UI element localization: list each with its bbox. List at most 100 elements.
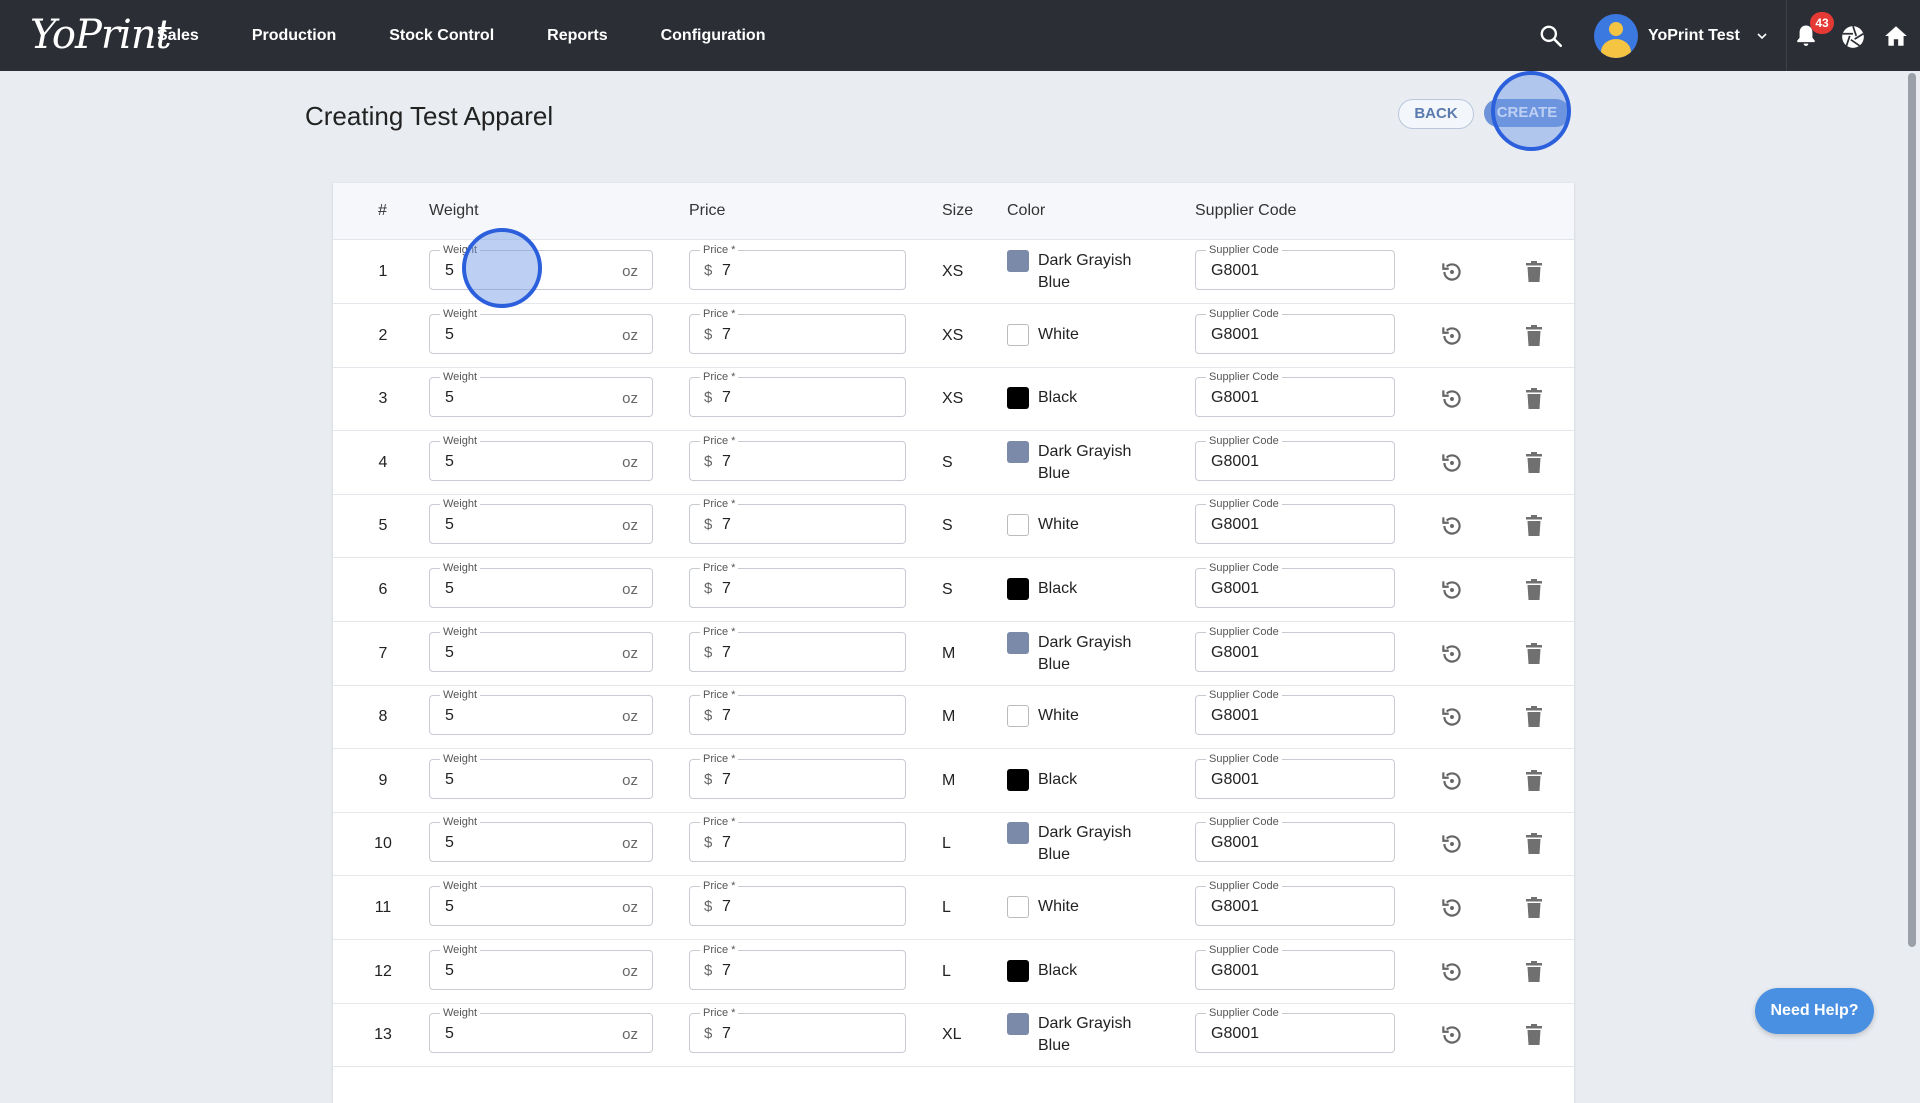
back-button[interactable]: BACK	[1398, 99, 1474, 129]
color-name: Dark Grayish Blue	[1038, 252, 1132, 291]
trash-icon[interactable]	[1523, 260, 1545, 284]
supplier-code-field[interactable]: Supplier Code G8001	[1195, 562, 1395, 608]
trash-icon[interactable]	[1523, 1023, 1545, 1047]
weight-field[interactable]: Weight 5 oz	[429, 371, 653, 418]
weight-field[interactable]: Weight 5 oz	[429, 307, 653, 354]
supplier-code-field[interactable]: Supplier Code G8001	[1195, 880, 1395, 926]
reset-icon[interactable]	[1439, 259, 1465, 285]
reset-icon[interactable]	[1439, 450, 1465, 476]
reset-icon[interactable]	[1439, 831, 1465, 857]
price-field[interactable]: Price * $ 7	[689, 816, 906, 863]
price-field[interactable]: Price * $ 7	[689, 371, 906, 418]
weight-field[interactable]: Weight 5 oz	[429, 880, 653, 926]
weight-unit: oz	[622, 644, 638, 662]
price-value: 7	[722, 580, 731, 597]
price-value: 7	[722, 516, 731, 534]
nav-reports[interactable]: Reports	[547, 27, 607, 45]
weight-unit: oz	[622, 899, 638, 916]
reset-icon[interactable]	[1439, 323, 1465, 349]
reset-icon[interactable]	[1439, 513, 1465, 539]
price-field-label: Price *	[700, 752, 739, 765]
need-help-button[interactable]: Need Help?	[1755, 988, 1874, 1034]
price-value: 7	[722, 452, 731, 470]
price-field[interactable]: Price * $ 7	[689, 434, 906, 481]
weight-field[interactable]: Weight 5 oz	[429, 752, 653, 799]
weight-field[interactable]: Weight 5 oz	[429, 1007, 653, 1054]
supplier-code-field-label: Supplier Code	[1206, 244, 1282, 256]
supplier-code-field[interactable]: Supplier Code G8001	[1195, 625, 1395, 672]
user-menu[interactable]: YoPrint Test	[1594, 14, 1768, 58]
price-field[interactable]: Price * $ 7	[689, 625, 906, 672]
nav-configuration[interactable]: Configuration	[661, 27, 766, 45]
price-field[interactable]: Price * $ 7	[689, 562, 906, 608]
price-field-label: Price *	[700, 1007, 739, 1020]
create-button[interactable]: CREATE	[1484, 99, 1570, 127]
weight-field[interactable]: Weight 5 oz	[429, 943, 653, 990]
trash-icon[interactable]	[1523, 832, 1545, 856]
price-field[interactable]: Price * $ 7	[689, 943, 906, 990]
table-row: 13 Weight 5 oz Price * $ 7 XL Dark Grayi…	[333, 1003, 1574, 1068]
weight-field[interactable]: Weight 5 oz	[429, 434, 653, 481]
price-field[interactable]: Price * $ 7	[689, 307, 906, 354]
trash-icon[interactable]	[1523, 578, 1545, 602]
reset-icon[interactable]	[1439, 1022, 1465, 1048]
trash-icon[interactable]	[1523, 769, 1545, 793]
weight-field[interactable]: Weight 5 oz	[429, 625, 653, 672]
weight-field[interactable]: Weight 5 oz	[429, 816, 653, 863]
reset-icon[interactable]	[1439, 704, 1465, 730]
reset-icon[interactable]	[1439, 895, 1465, 921]
weight-field[interactable]: Weight 5 oz	[429, 689, 653, 736]
color-swatch	[1007, 440, 1029, 463]
supplier-code-field[interactable]: Supplier Code G8001	[1195, 371, 1395, 418]
weight-value: 5	[445, 452, 454, 470]
supplier-code-value: G8001	[1211, 389, 1260, 407]
page-scrollbar[interactable]	[1908, 73, 1916, 947]
price-field[interactable]: Price * $ 7	[689, 1007, 906, 1054]
price-field-label: Price *	[700, 880, 739, 892]
supplier-code-field[interactable]: Supplier Code G8001	[1195, 943, 1395, 990]
search-icon[interactable]	[1538, 23, 1564, 49]
row-number: 1	[378, 263, 388, 280]
price-field[interactable]: Price * $ 7	[689, 880, 906, 926]
price-field[interactable]: Price * $ 7	[689, 752, 906, 799]
weight-field[interactable]: Weight 5 oz	[429, 498, 653, 545]
trash-icon[interactable]	[1523, 324, 1545, 348]
weight-value: 5	[445, 643, 454, 661]
reset-icon[interactable]	[1439, 577, 1465, 603]
weight-field[interactable]: Weight 5 oz	[429, 244, 653, 290]
reset-icon[interactable]	[1439, 641, 1465, 667]
weight-field[interactable]: Weight 5 oz	[429, 562, 653, 608]
price-field[interactable]: Price * $ 7	[689, 498, 906, 545]
supplier-code-field[interactable]: Supplier Code G8001	[1195, 752, 1395, 799]
trash-icon[interactable]	[1523, 387, 1545, 411]
reset-icon[interactable]	[1439, 959, 1465, 985]
trash-icon[interactable]	[1523, 896, 1545, 920]
price-value: 7	[722, 770, 731, 788]
home-icon[interactable]	[1883, 23, 1909, 49]
weight-field-label: Weight	[440, 816, 481, 829]
supplier-code-field[interactable]: Supplier Code G8001	[1195, 498, 1395, 545]
trash-icon[interactable]	[1523, 705, 1545, 729]
aperture-icon[interactable]	[1840, 24, 1866, 50]
supplier-code-field[interactable]: Supplier Code G8001	[1195, 816, 1395, 863]
table-row: 4 Weight 5 oz Price * $ 7 S Dark Grayish…	[333, 431, 1574, 495]
reset-icon[interactable]	[1439, 768, 1465, 794]
supplier-code-field[interactable]: Supplier Code G8001	[1195, 1007, 1395, 1054]
nav-sales[interactable]: Sales	[157, 27, 199, 45]
trash-icon[interactable]	[1523, 514, 1545, 538]
supplier-code-field[interactable]: Supplier Code G8001	[1195, 244, 1395, 290]
nav-production[interactable]: Production	[252, 27, 336, 45]
yoprint-logo[interactable]: YoPrint	[30, 10, 172, 60]
color-swatch	[1007, 1013, 1029, 1036]
trash-icon[interactable]	[1523, 451, 1545, 475]
reset-icon[interactable]	[1439, 386, 1465, 412]
trash-icon[interactable]	[1523, 960, 1545, 984]
price-field[interactable]: Price * $ 7	[689, 689, 906, 736]
nav-stock-control[interactable]: Stock Control	[389, 27, 494, 45]
trash-icon[interactable]	[1523, 642, 1545, 666]
weight-value: 5	[445, 389, 454, 407]
supplier-code-field[interactable]: Supplier Code G8001	[1195, 307, 1395, 354]
supplier-code-field[interactable]: Supplier Code G8001	[1195, 689, 1395, 736]
price-field[interactable]: Price * $ 7	[689, 244, 906, 290]
supplier-code-field[interactable]: Supplier Code G8001	[1195, 434, 1395, 481]
